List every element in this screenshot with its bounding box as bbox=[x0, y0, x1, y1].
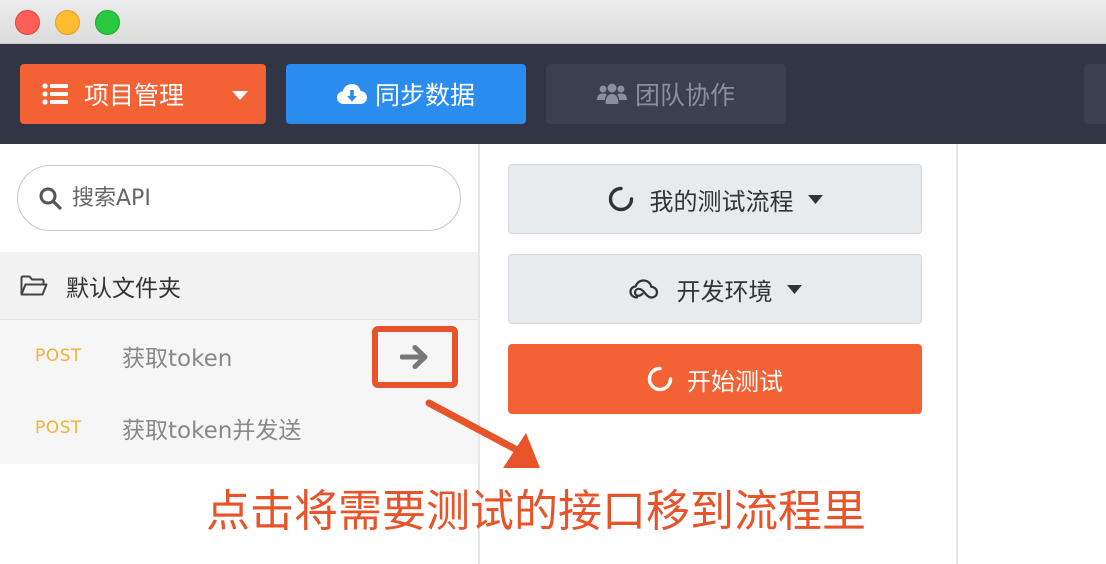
project-management-button[interactable]: 项目管理 bbox=[20, 64, 266, 124]
caret-down-icon bbox=[786, 284, 802, 294]
sync-data-button[interactable]: 同步数据 bbox=[286, 64, 526, 124]
toolbar-overflow-button[interactable] bbox=[1084, 64, 1106, 124]
window-maximize-button[interactable] bbox=[95, 10, 120, 35]
window-minimize-button[interactable] bbox=[55, 10, 80, 35]
annotation-text: 点击将需要测试的接口移到流程里 bbox=[206, 486, 866, 537]
arrow-right-icon bbox=[400, 345, 428, 369]
http-method-badge: POST bbox=[35, 346, 82, 366]
cloud-outline-icon bbox=[628, 279, 658, 299]
search-box bbox=[17, 165, 461, 231]
move-to-flow-button[interactable] bbox=[372, 326, 458, 388]
test-flow-dropdown[interactable]: 我的测试流程 bbox=[508, 164, 922, 234]
test-flow-label: 我的测试流程 bbox=[649, 187, 794, 216]
window-close-button[interactable] bbox=[15, 10, 40, 35]
cloud-download-icon bbox=[336, 84, 367, 104]
environment-label: 开发环境 bbox=[676, 277, 773, 306]
api-item[interactable]: POST 获取token并发送 bbox=[0, 392, 478, 464]
start-test-button[interactable]: 开始测试 bbox=[508, 344, 922, 414]
spinner-icon bbox=[608, 186, 633, 212]
project-management-label: 项目管理 bbox=[84, 81, 185, 110]
http-method-badge: POST bbox=[35, 418, 82, 438]
api-name: 获取token并发送 bbox=[122, 418, 302, 444]
api-item[interactable]: POST 获取token bbox=[0, 320, 478, 392]
search-icon bbox=[39, 187, 62, 210]
spinner-icon bbox=[647, 366, 673, 392]
caret-down-icon bbox=[807, 194, 823, 204]
folder-open-icon bbox=[20, 275, 48, 295]
team-collaboration-label: 团队协作 bbox=[634, 81, 735, 110]
list-icon bbox=[42, 83, 68, 105]
folder-default[interactable]: 默认文件夹 bbox=[0, 252, 478, 320]
app-window: 项目管理 同步数据 团队协作 搜索API 默认文件夹 POST 获取token … bbox=[0, 0, 1106, 564]
annotation-arrow-icon bbox=[425, 399, 540, 468]
search-input[interactable] bbox=[72, 185, 432, 211]
api-name: 获取token bbox=[122, 346, 233, 372]
caret-down-icon bbox=[232, 91, 248, 100]
toolbar: 项目管理 同步数据 团队协作 bbox=[0, 44, 1106, 144]
sync-data-label: 同步数据 bbox=[374, 81, 475, 110]
start-test-label: 开始测试 bbox=[687, 367, 783, 396]
title-bar bbox=[0, 0, 1106, 44]
users-icon bbox=[596, 83, 627, 104]
team-collaboration-button[interactable]: 团队协作 bbox=[546, 64, 786, 124]
folder-label: 默认文件夹 bbox=[66, 275, 181, 302]
environment-dropdown[interactable]: 开发环境 bbox=[508, 254, 922, 324]
